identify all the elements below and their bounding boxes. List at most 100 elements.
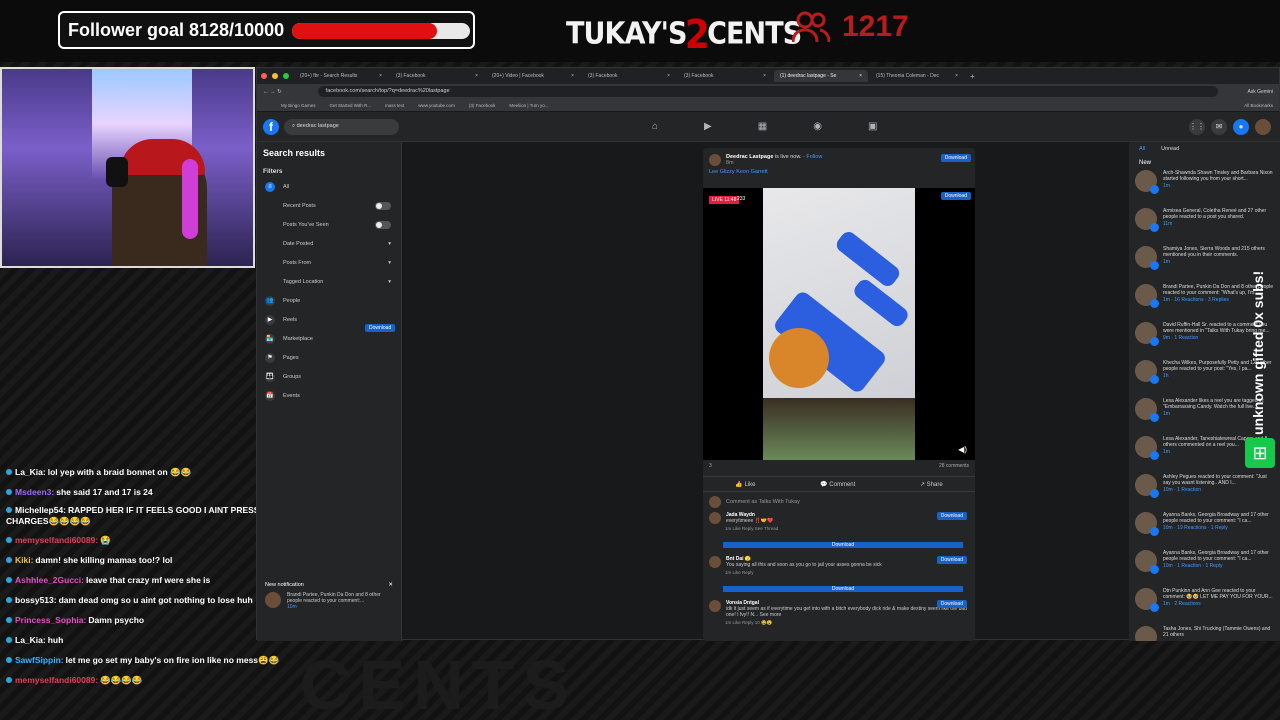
facebook-logo-icon[interactable]: f [263, 119, 279, 135]
browser-tab[interactable]: (15) Theonia Coleman - Dec × [870, 70, 964, 82]
new-tab-button[interactable]: + [970, 72, 975, 81]
marketplace-icon[interactable]: ▦ [758, 121, 767, 132]
browser-tab[interactable]: (20+) fbr - Search Results × [294, 70, 388, 82]
facebook-search-input[interactable]: ⌕ deedrac lastpage [284, 119, 399, 135]
profile-avatar[interactable] [1255, 119, 1271, 135]
live-video-player[interactable]: LIVE 11:48 233 Download ◀) [703, 188, 975, 460]
chat-username[interactable]: memyselfandi60089: [15, 675, 98, 685]
post-author-avatar[interactable] [709, 154, 721, 166]
home-icon[interactable]: ⌂ [652, 121, 658, 132]
close-icon[interactable]: × [859, 73, 862, 79]
browser-tab[interactable]: (1) deedrac lastpage - Se × [774, 70, 868, 82]
download-bar[interactable]: Download [723, 542, 963, 548]
chat-username[interactable]: Kiki: [15, 555, 33, 565]
comments-count[interactable]: 28 comments [939, 463, 969, 469]
toggle-switch[interactable] [375, 201, 391, 210]
reaction-summary[interactable]: 3 28 comments [709, 463, 969, 469]
close-icon[interactable]: × [379, 73, 382, 79]
bookmark-item[interactable]: (3) Facebook [469, 103, 496, 108]
category-pages[interactable]: ⚑ Pages [257, 348, 401, 367]
volume-icon[interactable]: ◀) [958, 445, 967, 454]
comment-meta[interactable]: 1m Like Reply 10 😂😮 [709, 620, 967, 626]
post-tagged-person[interactable]: Lee Glizzy Keon Garrett [703, 166, 975, 178]
reload-icon[interactable]: ↻ [277, 89, 282, 95]
browser-tab[interactable]: (3) Facebook × [582, 70, 676, 82]
category-people[interactable]: 👥 People [257, 291, 401, 310]
close-icon[interactable]: × [667, 73, 670, 79]
minimize-window-dot[interactable] [272, 73, 278, 79]
notif-tab-all[interactable]: All [1139, 146, 1145, 152]
filter-all[interactable]: ≡ All [257, 177, 401, 196]
share-button[interactable]: ↗ Share [920, 481, 943, 488]
close-icon[interactable]: × [475, 73, 478, 79]
gaming-icon[interactable]: ▣ [868, 121, 877, 132]
comment-avatar[interactable] [709, 600, 721, 612]
filter-tagged-location[interactable]: Tagged Location ▾ [257, 272, 401, 291]
comment-input[interactable]: Comment as Talks With Tukay [709, 496, 969, 508]
comment-button[interactable]: 💬 Comment [820, 481, 855, 488]
chat-username[interactable]: Ashhlee_2Gucci: [15, 575, 84, 585]
comment-avatar[interactable] [709, 556, 721, 568]
comment-meta[interactable]: 1m Like Reply [709, 570, 967, 575]
chat-username[interactable]: SawfSippin: [15, 655, 64, 665]
video-icon[interactable]: ▶ [704, 121, 712, 132]
chat-username[interactable]: Princess_Sophia: [15, 615, 86, 625]
bookmark-item[interactable]: Meeliion | Turn yo... [509, 103, 548, 108]
browser-tab[interactable]: (20+) Video | Facebook × [486, 70, 580, 82]
follow-link[interactable]: Follow [806, 154, 822, 160]
bookmark-item[interactable]: Get Started With R... [330, 103, 372, 108]
bookmark-item[interactable]: My Bingo Games [281, 103, 316, 108]
notif-tab-unread[interactable]: Unread [1161, 146, 1179, 152]
bookmark-item[interactable]: mass text [385, 103, 404, 108]
download-button[interactable]: Download [940, 192, 971, 200]
download-button[interactable]: Download [365, 324, 396, 332]
chat-username[interactable]: La_Kia: [15, 635, 46, 645]
notifications-bell-icon[interactable]: ● [1233, 119, 1249, 135]
comment-avatar[interactable] [709, 512, 721, 524]
download-button[interactable]: Download [940, 154, 971, 162]
category-groups[interactable]: 👪 Groups [257, 367, 401, 386]
download-button[interactable]: Download [936, 512, 967, 520]
forward-icon[interactable]: → [270, 89, 276, 95]
notification-item[interactable]: Dtn Punkinn and Ann Gee reacted to your … [1129, 586, 1280, 624]
download-button[interactable]: Download [936, 600, 967, 608]
filter-recent-posts[interactable]: Recent Posts [257, 196, 401, 215]
notification-item[interactable]: Armisea General, Coletha Reneé and 27 ot… [1129, 206, 1280, 244]
filter-date-posted[interactable]: Date Posted ▾ [257, 234, 401, 253]
filter-posts-from[interactable]: Posts From ▾ [257, 253, 401, 272]
close-icon[interactable]: × [763, 73, 766, 79]
toggle-switch[interactable] [375, 220, 391, 229]
url-input[interactable]: facebook.com/search/top/?q=deedrac%20las… [317, 86, 1218, 97]
new-notification-toast[interactable]: New notification ✕ Brandi Partee, Punkin … [265, 582, 393, 610]
back-icon[interactable]: ← [263, 89, 269, 95]
download-button[interactable]: Download [936, 556, 967, 564]
chat-username[interactable]: Msdeen3: [15, 487, 54, 497]
browser-tab[interactable]: (3) Facebook × [390, 70, 484, 82]
like-button[interactable]: 👍 Like [735, 481, 755, 488]
maximize-window-dot[interactable] [283, 73, 289, 79]
comment-meta[interactable]: 1m Like Reply See Thread [709, 526, 967, 531]
chat-username[interactable]: memyselfandi60089: [15, 535, 98, 545]
notification-item[interactable]: Ashley Pegues reacted to your comment: "… [1129, 472, 1280, 510]
menu-grid-icon[interactable]: ⋮⋮ [1189, 119, 1205, 135]
groups-icon[interactable]: ◉ [813, 121, 822, 132]
all-bookmarks[interactable]: All Bookmarks [1244, 103, 1273, 108]
close-icon[interactable]: × [955, 73, 958, 79]
browser-tab[interactable]: (3) Facebook × [678, 70, 772, 82]
download-bar[interactable]: Download [723, 586, 963, 592]
chat-username[interactable]: Michellep54: [15, 505, 66, 515]
notification-item[interactable]: Tasha Jones, Shi Trucking (Tammie Owens)… [1129, 624, 1280, 641]
chat-username[interactable]: La_Kia: [15, 467, 46, 477]
close-icon[interactable]: ✕ [388, 582, 393, 588]
category-events[interactable]: 📅 Events [257, 386, 401, 405]
close-icon[interactable]: × [571, 73, 574, 79]
chat-username[interactable]: bossy513: [15, 595, 57, 605]
notification-item[interactable]: Arch-Shawnda Shawn Tinsley and Barbara N… [1129, 168, 1280, 206]
messenger-icon[interactable]: ✉ [1211, 119, 1227, 135]
filter-posts-you-ve-seen[interactable]: Posts You've Seen [257, 215, 401, 234]
bookmark-item[interactable]: www.youtube.com [418, 103, 455, 108]
close-window-dot[interactable] [261, 73, 267, 79]
ask-gemini-button[interactable]: Ask Gemini [1247, 89, 1273, 95]
notification-item[interactable]: Ayanna Banks, Georgia Broadway and 17 ot… [1129, 548, 1280, 586]
notification-item[interactable]: Ayanna Banks, Georgia Broadway and 17 ot… [1129, 510, 1280, 548]
